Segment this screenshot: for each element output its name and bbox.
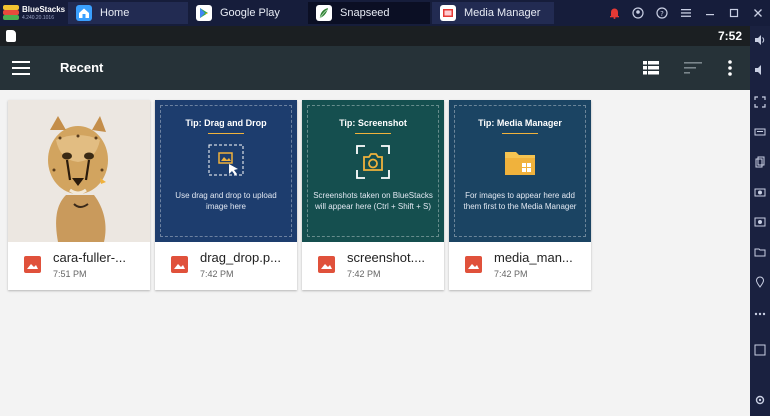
app-toolbar: Recent — [0, 46, 750, 90]
google-play-icon — [196, 5, 212, 21]
tip-description: Screenshots taken on BlueStacks will app… — [313, 191, 433, 211]
file-card[interactable]: cara-fuller-... 7:51 PM — [8, 100, 150, 290]
notification-bell-icon[interactable] — [602, 0, 626, 26]
file-name: drag_drop.p... — [200, 250, 281, 265]
tab-home[interactable]: Home — [68, 2, 188, 24]
hamburger-menu-icon[interactable] — [12, 61, 30, 75]
cheetah-photo-thumbnail — [8, 100, 150, 242]
settings-menu-icon[interactable] — [674, 0, 698, 26]
list-view-icon[interactable] — [643, 61, 659, 75]
image-file-icon — [171, 256, 188, 273]
image-file-icon — [24, 256, 41, 273]
tab-snapseed[interactable]: Snapseed — [308, 2, 430, 24]
snapseed-icon — [316, 5, 332, 21]
title-bar: BlueStacks 4.240.20.1016 Home Google Pla… — [0, 0, 770, 26]
tab-google-play-label: Google Play — [220, 7, 280, 19]
sort-icon[interactable] — [684, 62, 702, 74]
home-icon — [76, 5, 92, 21]
file-card[interactable]: Tip: Screenshot Screenshots taken on Blu… — [302, 100, 444, 290]
more-options-icon[interactable] — [727, 59, 733, 77]
close-icon[interactable] — [746, 0, 770, 26]
tip-description: For images to appear here add them first… — [463, 191, 577, 211]
tip-drag-drop-thumbnail: Tip: Drag and Drop Use drag and drop to … — [155, 100, 297, 242]
file-card[interactable]: Tip: Media Manager For images to appear … — [449, 100, 591, 290]
status-clock: 7:52 — [717, 29, 742, 43]
file-name: media_man... — [494, 250, 573, 265]
tab-google-play[interactable]: Google Play — [188, 2, 308, 24]
tab-media-manager[interactable]: Media Manager — [432, 2, 554, 24]
copy-icon[interactable] — [753, 156, 767, 170]
settings-icon[interactable] — [753, 394, 767, 408]
image-file-icon — [465, 256, 482, 273]
help-icon[interactable]: ? — [650, 0, 674, 26]
tab-snapseed-label: Snapseed — [340, 7, 390, 19]
file-name: screenshot.... — [347, 250, 426, 265]
page-title: Recent — [60, 60, 104, 75]
media-folder-icon[interactable] — [753, 246, 767, 260]
notification-document-icon — [6, 30, 16, 42]
android-status-bar: 7:52 — [0, 26, 750, 46]
window-controls: ? — [602, 0, 770, 26]
tip-title: Tip: Drag and Drop — [185, 118, 267, 128]
file-time: 7:42 PM — [494, 269, 528, 279]
camera-icon — [356, 145, 390, 179]
tip-media-manager-thumbnail: Tip: Media Manager For images to appear … — [449, 100, 591, 242]
minimize-icon[interactable] — [698, 0, 722, 26]
image-file-icon — [318, 256, 335, 273]
more-tools-icon[interactable] — [753, 308, 767, 322]
keyboard-icon[interactable] — [753, 126, 767, 140]
tab-home-label: Home — [100, 7, 130, 19]
brand-version: 4.240.20.1016 — [22, 14, 54, 21]
file-card[interactable]: Tip: Drag and Drop Use drag and drop to … — [155, 100, 297, 290]
folder-icon — [505, 152, 535, 175]
file-time: 7:42 PM — [200, 269, 234, 279]
bluestacks-logo-icon — [3, 5, 19, 21]
tip-screenshot-thumbnail: Tip: Screenshot Screenshots taken on Blu… — [302, 100, 444, 242]
sidebar-panel-icon[interactable] — [753, 344, 767, 358]
file-name: cara-fuller-... — [53, 250, 126, 265]
right-sidebar — [750, 26, 770, 416]
brand-name: BlueStacks — [22, 4, 66, 14]
record-icon[interactable] — [753, 216, 767, 230]
media-manager-icon — [440, 5, 456, 21]
volume-down-icon[interactable] — [753, 64, 767, 78]
tip-description: Use drag and drop to upload image here — [175, 191, 277, 211]
screenshot-icon[interactable] — [753, 186, 767, 200]
bluestacks-logo: BlueStacks 4.240.20.1016 — [0, 0, 68, 26]
drag-drop-icon — [208, 144, 244, 176]
file-time: 7:51 PM — [53, 269, 87, 279]
fullscreen-icon[interactable] — [753, 96, 767, 110]
tip-title: Tip: Screenshot — [339, 118, 407, 128]
recent-files-grid: cara-fuller-... 7:51 PM Tip: Drag and Dr… — [0, 90, 750, 416]
account-icon[interactable] — [626, 0, 650, 26]
bluestacks-window: BlueStacks 4.240.20.1016 Home Google Pla… — [0, 0, 770, 416]
volume-up-icon[interactable] — [753, 34, 767, 48]
file-time: 7:42 PM — [347, 269, 381, 279]
tab-media-manager-label: Media Manager — [464, 7, 541, 19]
svg-text:?: ? — [660, 10, 664, 18]
tip-title: Tip: Media Manager — [478, 118, 562, 128]
maximize-icon[interactable] — [722, 0, 746, 26]
location-icon[interactable] — [753, 276, 767, 290]
